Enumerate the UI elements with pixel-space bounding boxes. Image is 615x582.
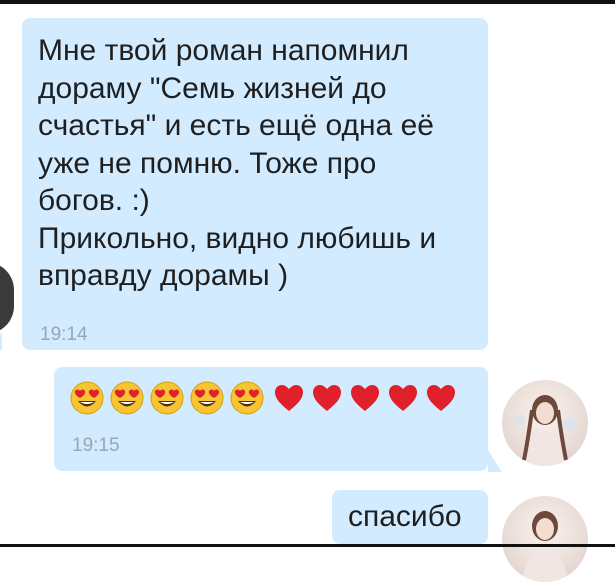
bubble-tail — [0, 332, 2, 350]
avatar-portrait-icon — [522, 511, 568, 582]
bubble-tail — [488, 450, 502, 472]
red-heart-icon — [275, 385, 303, 411]
message-text: спасибо — [348, 500, 462, 533]
heart-eyes-face-icon — [110, 381, 144, 415]
user-avatar[interactable] — [502, 496, 588, 582]
outgoing-message-bubble[interactable]: 19:15 — [54, 367, 488, 471]
outgoing-message-bubble[interactable]: спасибо — [332, 490, 488, 544]
heart-eyes-face-icon — [150, 381, 184, 415]
user-avatar[interactable] — [502, 380, 588, 466]
red-heart-icon — [427, 385, 455, 411]
red-heart-icon — [351, 385, 379, 411]
message-timestamp: 19:14 — [40, 324, 88, 345]
heart-eyes-face-icon — [230, 381, 264, 415]
heart-eyes-face-icon — [190, 381, 224, 415]
incoming-message-bubble[interactable]: Мне твой роман напомнил дораму "Семь жиз… — [22, 18, 488, 350]
avatar-portrait-icon — [514, 395, 577, 466]
emoji-row — [70, 381, 460, 415]
message-timestamp: 19:15 — [72, 435, 120, 456]
red-heart-icon — [389, 385, 417, 411]
red-heart-icon — [313, 385, 341, 411]
top-edge-bar — [0, 0, 615, 4]
heart-eyes-face-icon — [70, 381, 104, 415]
contact-avatar-partial[interactable] — [0, 262, 14, 334]
message-text: Мне твой роман напомнил дораму "Семь жиз… — [38, 34, 437, 292]
